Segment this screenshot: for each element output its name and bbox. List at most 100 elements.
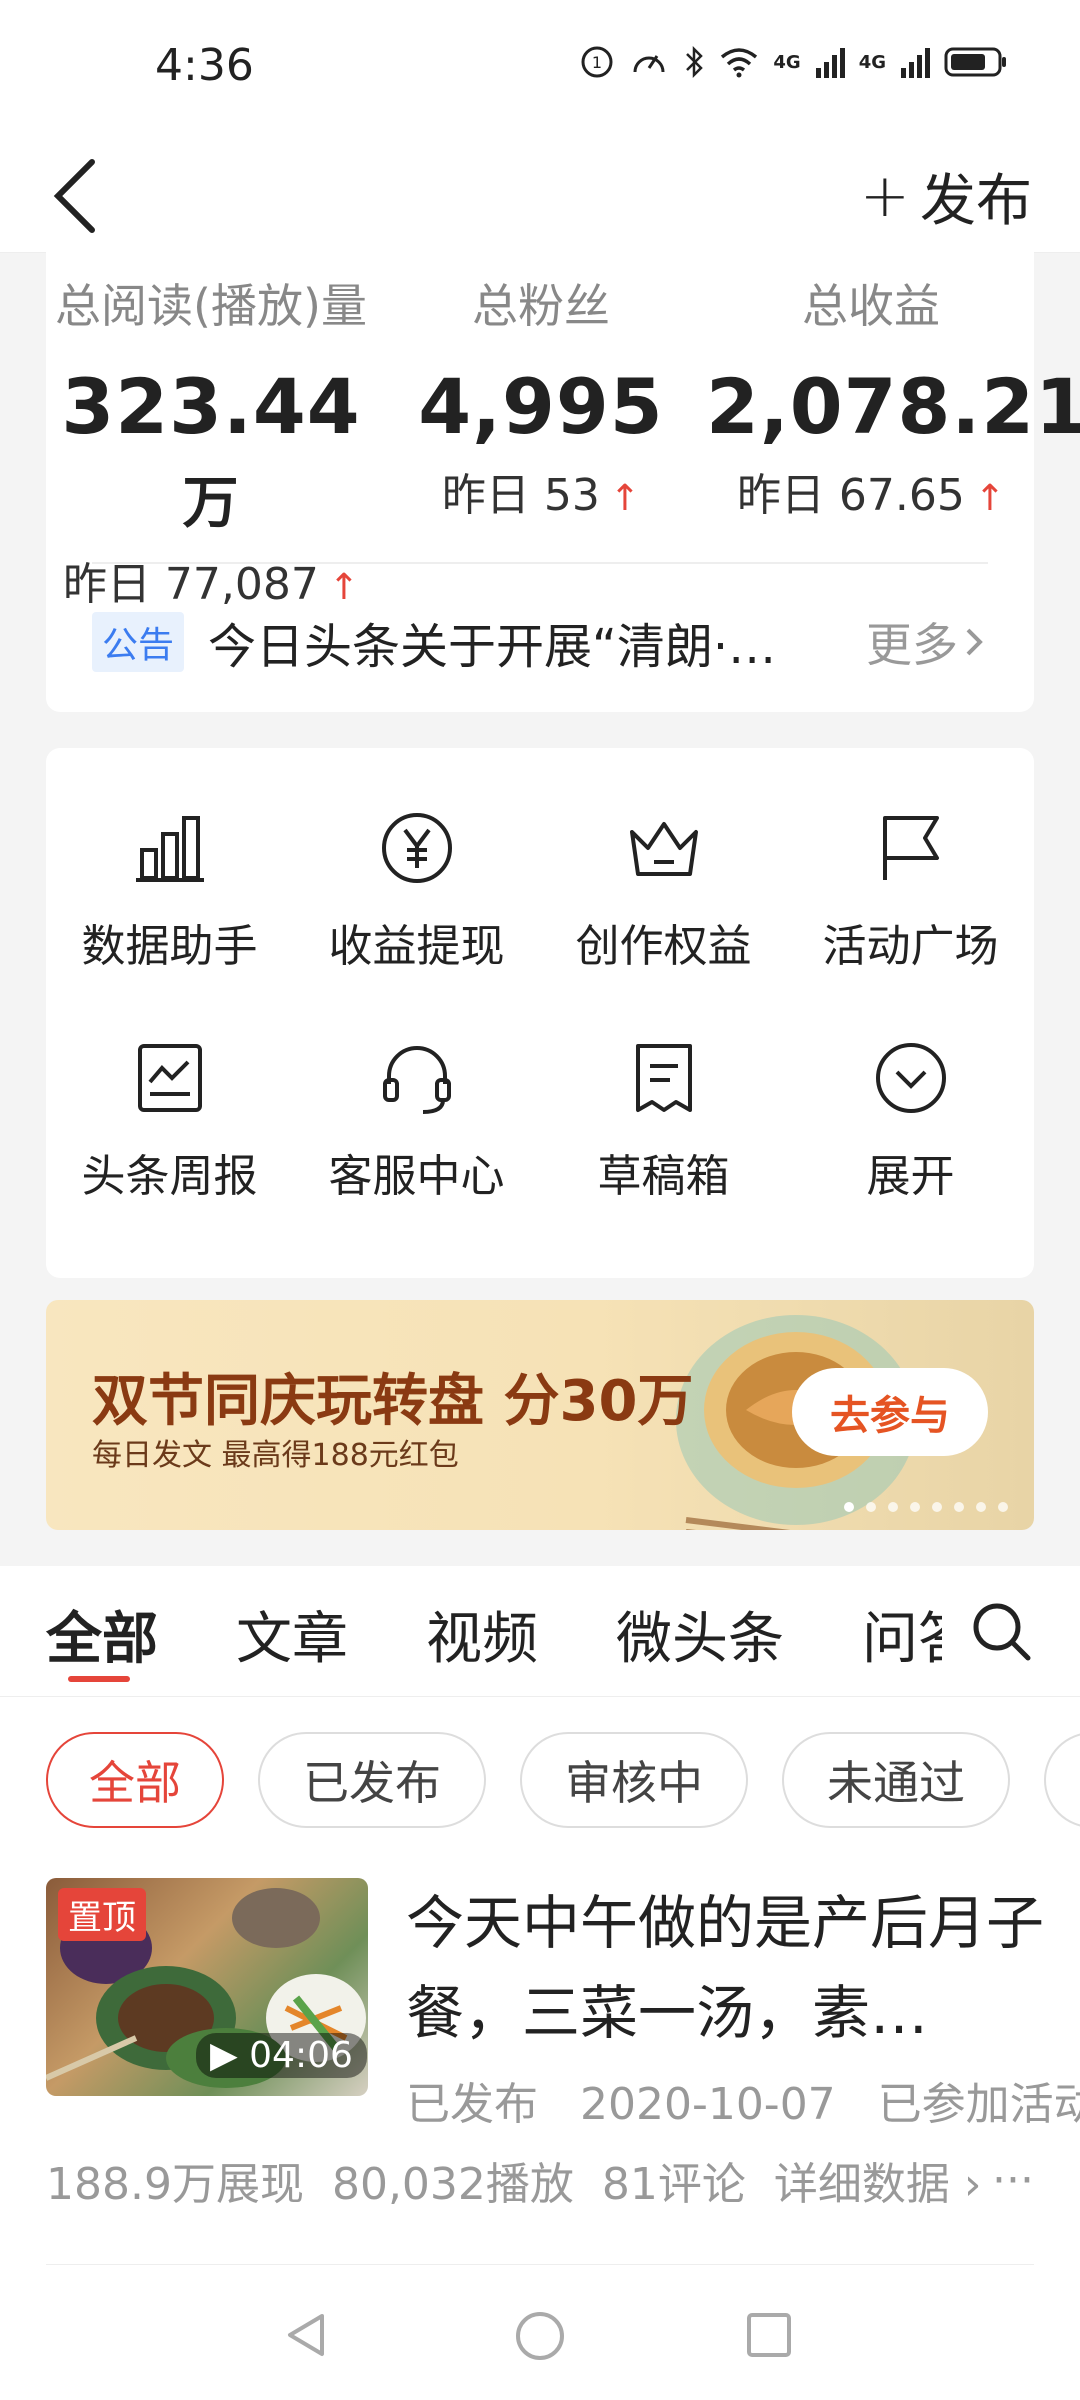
tools-grid: 数据助手 收益提现 创作权益 活动广场 头条周报 客服中心 草稿箱 展开 (46, 748, 1034, 1278)
flag-icon (882, 816, 939, 880)
notice-bar[interactable]: 公告 今日头条关于开展“清朗·… 更多 (92, 592, 988, 692)
tool-label: 创作权益 (575, 921, 752, 972)
chevron-right-icon (966, 628, 983, 656)
tool-creator-rights[interactable]: 创作权益 (540, 808, 787, 974)
banner-title: 双节同庆玩转盘 分30万 (92, 1369, 694, 1434)
signal-icon (815, 48, 845, 78)
carousel-dot (976, 1502, 986, 1512)
carousel-dot (844, 1502, 854, 1512)
tab-active-indicator (68, 1676, 130, 1682)
recents-square-icon[interactable] (744, 2310, 794, 2360)
status-bar: 4:36 1 4G 4G (0, 0, 1080, 140)
stat-yesterday-text: 昨日 67.65 (736, 470, 965, 521)
tabs-divider (0, 1696, 1080, 1697)
tab-qa[interactable]: 问答 (862, 1594, 942, 1675)
filter-more[interactable] (1044, 1732, 1080, 1828)
stat-value: 323.44 万 (46, 362, 376, 540)
filter-rejected[interactable]: 未通过 (782, 1732, 1010, 1828)
status-time: 4:36 (155, 40, 254, 91)
tool-label: 草稿箱 (597, 1151, 730, 1202)
up-arrow-icon: ↑ (609, 478, 641, 519)
carousel-dot (954, 1502, 964, 1512)
detail-data-link[interactable]: 详细数据 › (774, 2148, 982, 2212)
svg-text:1: 1 (592, 53, 602, 72)
duration-text: 04:06 (249, 2035, 353, 2076)
stat-total-fans[interactable]: 总粉丝 4,995 昨日 53 ↑ (376, 270, 706, 523)
speed-icon (633, 55, 665, 73)
post-plays: 80,032播放 (331, 2159, 574, 2210)
plus-icon: + (859, 161, 910, 231)
wifi-icon (721, 48, 758, 78)
carousel-dot (910, 1502, 920, 1512)
top-nav-bar: + 发布 (0, 140, 1080, 253)
stat-label: 总阅读(播放)量 (55, 279, 367, 333)
system-nav-bar (0, 2266, 1080, 2400)
battery-icon (944, 47, 1006, 77)
tool-label: 展开 (866, 1151, 955, 1202)
stat-total-reads[interactable]: 总阅读(播放)量 323.44万 昨日 77,087 ↑ (46, 270, 376, 612)
network-label-1: 4G (773, 51, 801, 73)
signal-icon (901, 48, 930, 78)
tab-all[interactable]: 全部 (46, 1594, 158, 1675)
status-icons: 1 4G 4G (579, 44, 1008, 80)
filter-all[interactable]: 全部 (46, 1732, 224, 1828)
notice-tag: 公告 (92, 612, 185, 672)
stats-card: 总阅读(播放)量 323.44万 昨日 77,087 ↑ 总粉丝 4,995 昨日… (46, 252, 1080, 712)
home-circle-icon[interactable] (514, 2310, 566, 2362)
filter-reviewing[interactable]: 审核中 (520, 1732, 748, 1828)
search-icon (973, 1603, 1031, 1661)
post-meta: 已发布 2020-10-07 已参加活动 (406, 2068, 1080, 2132)
carousel-dot (932, 1502, 942, 1512)
notice-more-link[interactable]: 更多 (866, 609, 988, 675)
promo-banner[interactable]: 双节同庆玩转盘 分30万 每日发文 最高得188元红包 去参与 (46, 1300, 1034, 1530)
carousel-dot (998, 1502, 1008, 1512)
post-date: 2020-10-07 (579, 2079, 836, 2130)
chevron-down-circle-icon (875, 1043, 946, 1113)
network-label-2: 4G (858, 51, 886, 73)
draft-icon (635, 1044, 692, 1112)
yuan-coin-icon (381, 813, 452, 883)
back-button[interactable] (48, 154, 108, 238)
post-title[interactable]: 今天中午做的是产后月子餐，三菜一汤，素… (406, 1878, 1046, 2058)
filter-published[interactable]: 已发布 (258, 1732, 486, 1828)
tool-expand[interactable]: 展开 (787, 1038, 1034, 1204)
post-stats: 188.9万展现 80,032播放 81评论 详细数据 › ··· (46, 2148, 1034, 2212)
data-saver-icon: 1 (581, 46, 613, 78)
content-tabs: 全部 文章 视频 微头条 问答 (46, 1566, 1034, 1696)
post-item[interactable]: 置顶 ▶ 04:06 今天中午做的是产后月子餐，三菜一汤，素… 已发布 2020… (46, 1878, 1080, 2210)
tool-drafts[interactable]: 草稿箱 (540, 1038, 787, 1204)
stat-yesterday: 昨日 67.65 ↑ (706, 459, 1036, 523)
bluetooth-icon (686, 45, 704, 79)
tool-label: 头条周报 (81, 1151, 258, 1202)
detail-label: 详细数据 (773, 2159, 950, 2210)
pinned-tag: 置顶 (58, 1888, 146, 1941)
join-button[interactable]: 去参与 (792, 1368, 988, 1456)
more-options-icon[interactable]: ··· (992, 2155, 1034, 2206)
headset-icon (382, 1046, 451, 1114)
crown-icon (629, 822, 698, 876)
post-comments: 81评论 (601, 2159, 746, 2210)
post-divider (46, 2264, 1034, 2265)
publish-button[interactable]: + 发布 (860, 154, 1032, 238)
back-arrow-icon (53, 159, 95, 233)
post-thumbnail[interactable]: 置顶 ▶ 04:06 (46, 1878, 368, 2096)
tab-articles[interactable]: 文章 (236, 1594, 348, 1675)
banner-subtitle: 每日发文 最高得188元红包 (92, 1438, 459, 1473)
post-activity: 已参加活动 (877, 2079, 1080, 2130)
tool-activity-plaza[interactable]: 活动广场 (787, 808, 1034, 974)
stat-number: 323.44 (61, 362, 361, 451)
tool-income-withdraw[interactable]: 收益提现 (293, 808, 540, 974)
back-triangle-icon[interactable] (282, 2310, 332, 2360)
tool-customer-service[interactable]: 客服中心 (293, 1038, 540, 1204)
tool-weekly-report[interactable]: 头条周报 (46, 1038, 293, 1204)
search-button[interactable] (970, 1600, 1034, 1668)
notice-text[interactable]: 今日头条关于开展“清朗·… (208, 607, 808, 677)
stat-total-income[interactable]: 总收益 2,078.21 昨日 67.65 ↑ (706, 270, 1080, 523)
tab-videos[interactable]: 视频 (426, 1594, 538, 1675)
stat-value: 4,995 (376, 362, 706, 451)
tab-micro-posts[interactable]: 微头条 (616, 1594, 784, 1675)
tool-data-assistant[interactable]: 数据助手 (46, 808, 293, 974)
tool-label: 收益提现 (328, 921, 505, 972)
stat-label: 总收益 (802, 279, 940, 333)
stat-yesterday: 昨日 53 ↑ (376, 459, 706, 523)
